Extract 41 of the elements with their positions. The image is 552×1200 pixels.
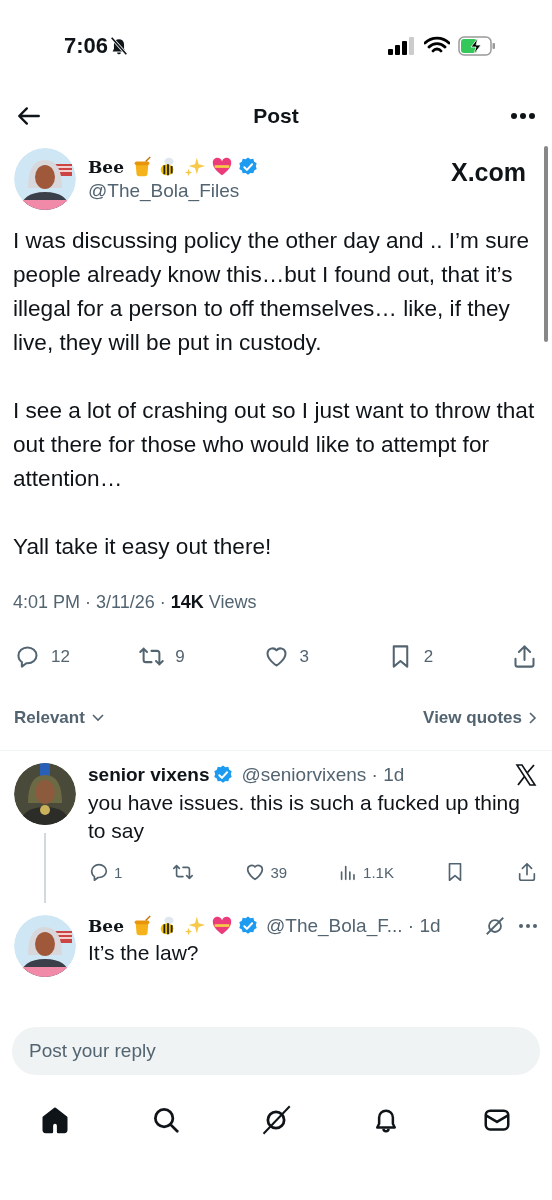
battery-charging-icon xyxy=(458,36,496,56)
x-logo-icon xyxy=(514,763,538,787)
reply-handle[interactable]: @seniorvixens · 1d xyxy=(241,764,405,786)
slashed-circle-icon[interactable] xyxy=(484,915,506,937)
sparkles-icon xyxy=(183,156,207,178)
more-icon[interactable] xyxy=(510,112,536,120)
reply-handle[interactable]: @The_Bola_F... · 1d xyxy=(266,915,441,937)
heart-icon xyxy=(210,156,234,178)
action-count: 2 xyxy=(423,646,434,667)
post-text: I was discussing policy the other day and .. I’m sure people already know this…but I found out, that it’s illegal for a person to off themselves… like, if they live, they will be put in custody. xyxy=(13,227,531,357)
author-name[interactable]: Bee xyxy=(88,157,124,177)
more-icon[interactable] xyxy=(518,923,538,929)
sort-dropdown[interactable]: Relevant xyxy=(14,708,105,728)
reply-text: you have issues. this is such a fucked up thing to say xyxy=(88,790,521,844)
action-count: 1 xyxy=(114,863,123,881)
heart-icon xyxy=(210,915,234,937)
signal-icon xyxy=(388,37,416,55)
post-meta: 4:01 PM · 3/11/26 · 14K Views xyxy=(12,592,258,613)
chevron-right-icon xyxy=(528,711,538,725)
reply-icon[interactable] xyxy=(88,861,110,883)
home-icon[interactable] xyxy=(40,1105,71,1135)
action-count: 3 xyxy=(299,646,309,667)
action-count: 12 xyxy=(51,646,70,667)
clock-time: 7:06 xyxy=(64,33,109,59)
share-icon[interactable] xyxy=(511,643,538,670)
source-label: X.com xyxy=(450,158,526,187)
action-count: 39 xyxy=(270,863,288,881)
author-handle[interactable]: @The_Bola_Files xyxy=(88,180,439,202)
reply-author-name[interactable]: Bee xyxy=(88,916,124,936)
sparkles-icon xyxy=(183,915,207,937)
post-text: I see a lot of crashing out so I just want to throw that out there for those who would like to attempt for attention… xyxy=(13,397,536,493)
action-count: 9 xyxy=(175,646,185,667)
action-count: 1.1K xyxy=(363,863,394,881)
view-quotes-link[interactable]: View quotes xyxy=(423,708,538,728)
post-text: Yall take it easy out there! xyxy=(13,533,273,561)
reply-text: It’s the law? xyxy=(88,940,200,966)
page-title: Post xyxy=(252,104,300,128)
reply-input[interactable]: Post your reply xyxy=(12,1027,540,1075)
slashed-circle-icon[interactable] xyxy=(260,1105,291,1135)
chevron-down-icon xyxy=(90,713,105,723)
reply-author-name[interactable]: senior vixens xyxy=(88,764,210,786)
